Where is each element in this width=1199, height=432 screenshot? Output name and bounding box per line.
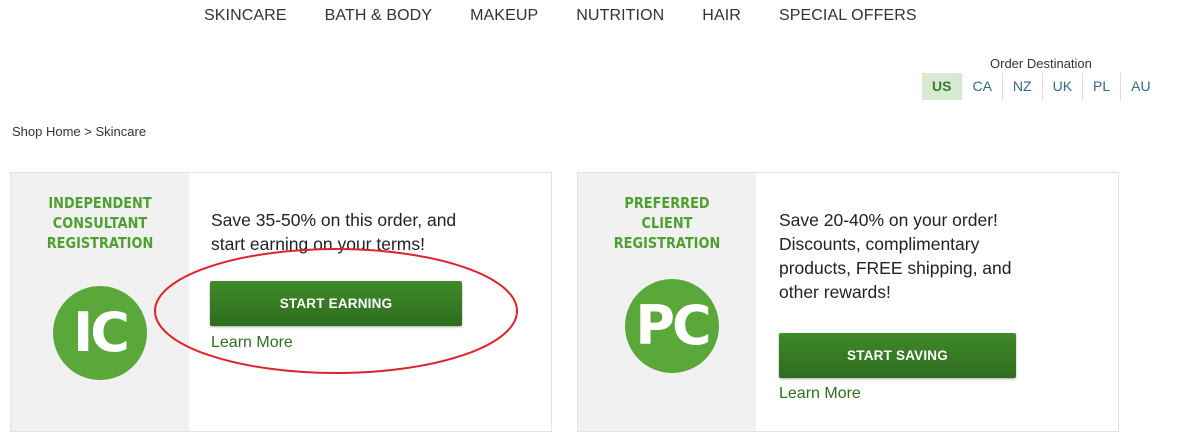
start-saving-button[interactable]: START SAVING bbox=[779, 333, 1016, 378]
breadcrumb: Shop Home > Skincare bbox=[12, 124, 146, 139]
consultant-title-line3: REGISTRATION bbox=[46, 234, 154, 252]
client-registration-card: PREFERRED CLIENT REGISTRATION PC Save 20… bbox=[577, 172, 1119, 432]
nav-skincare[interactable]: SKINCARE bbox=[204, 7, 287, 25]
consultant-promo-line2: start earning on your terms! bbox=[211, 234, 425, 254]
country-ca[interactable]: CA bbox=[962, 73, 1003, 100]
nav-nutrition[interactable]: NUTRITION bbox=[576, 7, 664, 25]
consultant-card-sidebar: INDEPENDENT CONSULTANT REGISTRATION IC bbox=[11, 173, 189, 431]
nav-bath-body[interactable]: BATH & BODY bbox=[325, 7, 433, 25]
country-selector: US CA NZ UK PL AU bbox=[922, 73, 1161, 100]
breadcrumb-separator: > bbox=[84, 124, 92, 139]
order-destination-label: Order Destination bbox=[990, 56, 1092, 71]
client-title-line2: CLIENT bbox=[641, 214, 693, 232]
nav-special-offers[interactable]: SPECIAL OFFERS bbox=[779, 7, 917, 25]
breadcrumb-home[interactable]: Shop Home bbox=[12, 124, 81, 139]
country-au[interactable]: AU bbox=[1121, 73, 1160, 100]
country-us[interactable]: US bbox=[922, 73, 963, 100]
country-nz[interactable]: NZ bbox=[1003, 73, 1043, 100]
consultant-registration-card: INDEPENDENT CONSULTANT REGISTRATION IC S… bbox=[10, 172, 552, 432]
client-card-sidebar: PREFERRED CLIENT REGISTRATION PC bbox=[578, 173, 756, 431]
start-earning-button[interactable]: START EARNING bbox=[210, 281, 462, 326]
client-promo-line4: other rewards! bbox=[779, 282, 891, 302]
ic-badge-icon: IC bbox=[53, 286, 147, 380]
top-navigation: SKINCARE BATH & BODY MAKEUP NUTRITION HA… bbox=[204, 7, 955, 25]
nav-hair[interactable]: HAIR bbox=[702, 7, 741, 25]
client-title-line1: PREFERRED bbox=[624, 194, 710, 212]
client-promo-line2: Discounts, complimentary bbox=[779, 234, 980, 254]
country-uk[interactable]: UK bbox=[1043, 73, 1084, 100]
nav-makeup[interactable]: MAKEUP bbox=[470, 7, 538, 25]
pc-badge-icon: PC bbox=[625, 279, 719, 373]
country-pl[interactable]: PL bbox=[1083, 73, 1122, 100]
consultant-title-line1: INDEPENDENT bbox=[48, 194, 152, 212]
breadcrumb-current: Skincare bbox=[95, 124, 147, 139]
consultant-promo-line1: Save 35-50% on this order, and bbox=[211, 210, 457, 230]
client-title-line3: REGISTRATION bbox=[613, 234, 721, 252]
client-promo-line1: Save 20-40% on your order! bbox=[779, 210, 998, 230]
consultant-title-line2: CONSULTANT bbox=[52, 214, 148, 232]
client-learn-more-link[interactable]: Learn More bbox=[779, 385, 861, 403]
consultant-learn-more-link[interactable]: Learn More bbox=[211, 334, 293, 352]
client-promo-line3: products, FREE shipping, and bbox=[779, 258, 1012, 278]
